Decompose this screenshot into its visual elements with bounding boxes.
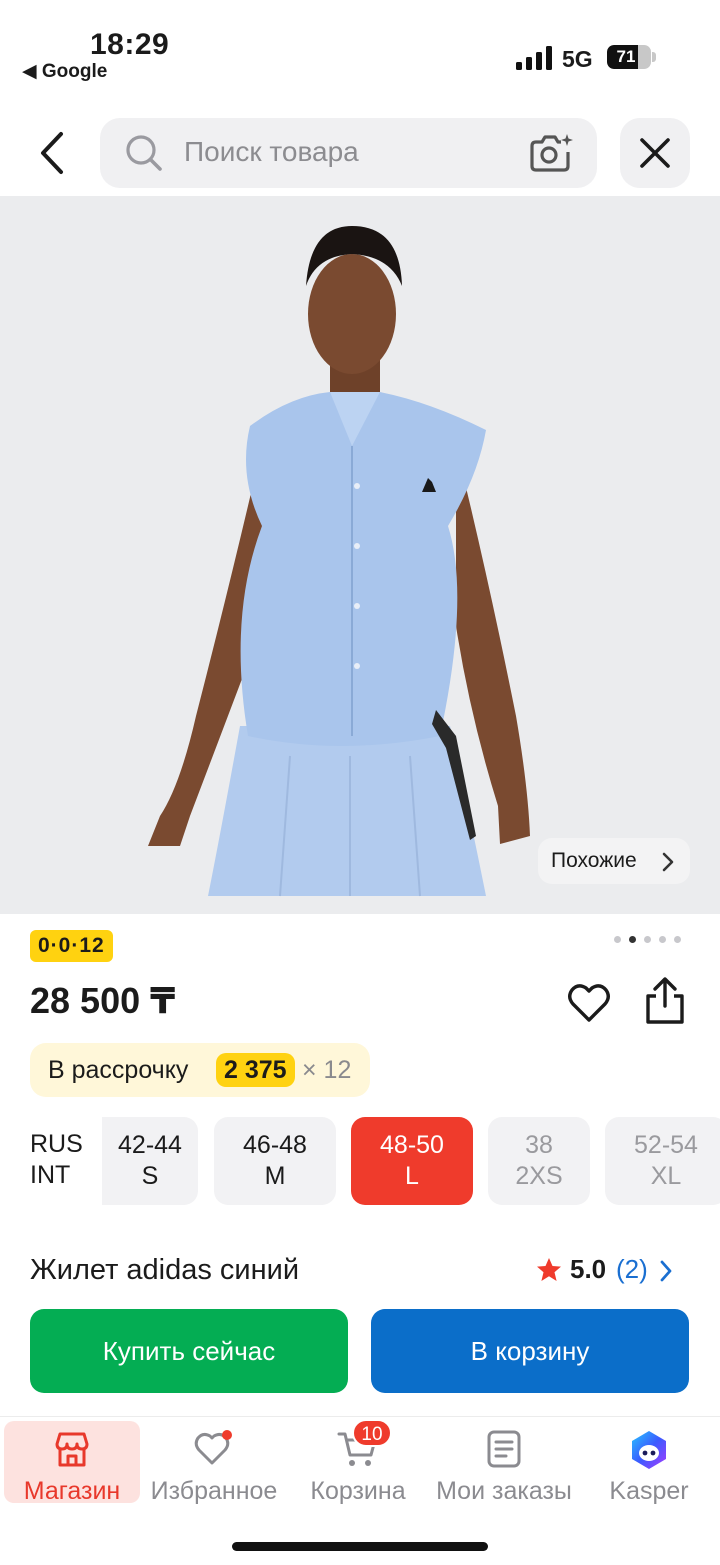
size-system-int: INT <box>30 1161 71 1189</box>
home-indicator <box>232 1542 488 1551</box>
chevron-right-icon <box>662 852 674 872</box>
installment-badge: 0·0·12 <box>30 930 113 962</box>
size-rus: 42-44 <box>118 1131 182 1159</box>
cart-count-badge: 10 <box>352 1419 392 1447</box>
buy-now-button[interactable]: Купить сейчас <box>30 1309 348 1393</box>
installment-label: В рассрочку <box>48 1056 189 1084</box>
gallery-dot <box>659 936 666 943</box>
tab-store[interactable]: Магазин <box>4 1421 140 1505</box>
back-arrow-icon[interactable] <box>30 128 80 178</box>
signal-icon <box>516 46 552 70</box>
tab-label: Мои заказы <box>436 1477 572 1505</box>
size-option-unavailable[interactable]: 38 2XS <box>488 1117 590 1205</box>
gallery-dots <box>614 935 684 945</box>
size-selector: RUS INT 42-44 S 46-48 M 48-50 L 38 2XS 5… <box>0 1117 720 1205</box>
size-rus: 48-50 <box>380 1131 444 1159</box>
size-option[interactable]: 46-48 M <box>214 1117 336 1205</box>
size-rus: 38 <box>525 1131 553 1159</box>
installment-amount: 2 375 <box>216 1053 295 1087</box>
chevron-right-icon <box>660 1260 672 1282</box>
status-time: 18:29 <box>90 28 170 61</box>
tab-label: Магазин <box>23 1477 121 1505</box>
tab-label: Корзина <box>310 1477 406 1505</box>
battery-level: 71 <box>616 47 636 66</box>
star-icon <box>537 1258 561 1281</box>
close-button[interactable] <box>620 118 690 188</box>
size-option[interactable]: 42-44 S <box>102 1117 198 1205</box>
size-int: M <box>264 1162 286 1190</box>
gallery-dot <box>614 936 621 943</box>
product-image[interactable] <box>0 196 720 914</box>
search-input[interactable]: Поиск товара <box>184 136 359 168</box>
similar-button[interactable]: Похожие <box>538 838 690 884</box>
rating-count: (2) <box>616 1254 648 1284</box>
size-int: XL <box>650 1162 682 1190</box>
tab-label: Kasper <box>609 1477 689 1505</box>
gallery-dot <box>674 936 681 943</box>
tab-kasper[interactable]: Kasper <box>582 1421 716 1505</box>
rating-value: 5.0 <box>570 1254 607 1284</box>
installment-banner[interactable]: В рассрочку 2 375 × 12 <box>30 1043 370 1097</box>
add-to-cart-button[interactable]: В корзину <box>371 1309 689 1393</box>
size-rus: 52-54 <box>634 1131 698 1159</box>
size-int: L <box>405 1162 419 1190</box>
close-icon <box>640 138 670 168</box>
kasper-icon <box>632 1431 666 1469</box>
size-rus: 46-48 <box>243 1131 307 1159</box>
tab-label: Избранное <box>150 1477 278 1505</box>
tab-orders[interactable]: Мои заказы <box>434 1421 574 1505</box>
status-bar: 18:29 ◀ Google 5G 71 <box>0 0 720 100</box>
gallery-dot-active <box>629 936 636 943</box>
network-type: 5G <box>562 46 593 72</box>
back-to-app-link[interactable]: ◀ Google <box>22 60 107 83</box>
orders-icon <box>487 1430 521 1468</box>
size-option-unavailable[interactable]: 52-54 XL <box>605 1117 720 1205</box>
share-icon[interactable] <box>642 976 688 1026</box>
size-int: 2XS <box>515 1162 563 1190</box>
size-int: S <box>141 1162 159 1190</box>
store-icon <box>55 1432 89 1467</box>
search-icon <box>126 135 162 171</box>
camera-icon[interactable] <box>528 132 574 174</box>
installment-multiplier: × 12 <box>302 1056 352 1084</box>
tab-favorites[interactable]: Избранное <box>146 1421 282 1505</box>
size-system-rus: RUS <box>30 1130 83 1158</box>
battery-nub <box>652 52 656 62</box>
favorites-icon <box>194 1430 232 1465</box>
similar-label: Похожие <box>551 849 637 872</box>
heart-icon[interactable] <box>566 980 612 1026</box>
search-bar[interactable]: Поиск товара <box>100 118 597 188</box>
gallery-dot <box>644 936 651 943</box>
product-title: Жилет adidas синий <box>30 1254 300 1286</box>
product-price: 28 500 ₸ <box>30 980 176 1021</box>
model-illustration <box>148 226 530 897</box>
battery-icon: 71 <box>607 45 651 69</box>
size-option-selected[interactable]: 48-50 L <box>351 1117 473 1205</box>
size-system-labels: RUS INT <box>30 1129 83 1191</box>
